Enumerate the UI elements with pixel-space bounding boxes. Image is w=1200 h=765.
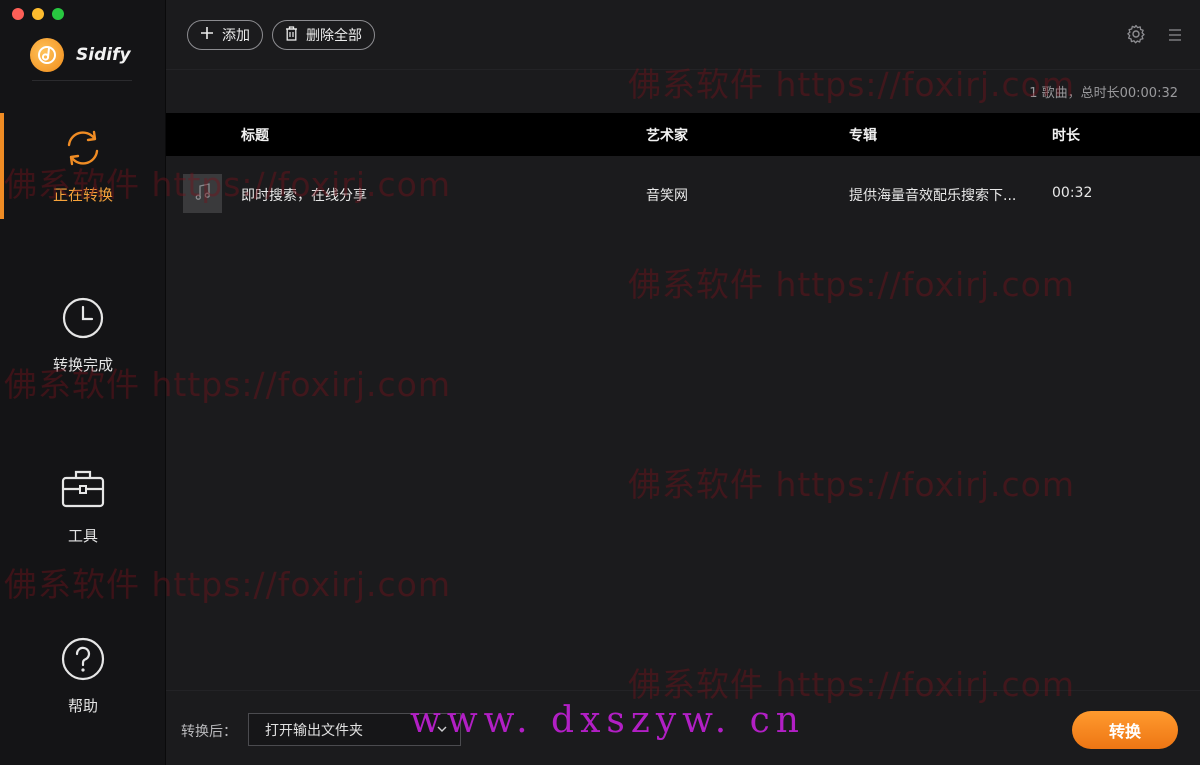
table-header: 标题 艺术家 专辑 时长: [166, 113, 1200, 156]
bottom-bar: 转换后： 打开输出文件夹 转换: [166, 690, 1200, 765]
add-button-label: 添加: [222, 28, 250, 44]
sidebar-item-label: 正在转换: [52, 186, 113, 204]
sidebar-item-converting[interactable]: 正在转换: [0, 126, 166, 234]
brand-divider: [32, 80, 132, 81]
close-window-button[interactable]: [12, 8, 24, 20]
app-name: Sidify: [76, 45, 131, 65]
delete-all-button-label: 删除全部: [306, 28, 362, 44]
maximize-window-button[interactable]: [52, 8, 64, 20]
after-conversion-select[interactable]: 打开输出文件夹: [248, 713, 461, 746]
main-panel: 添加 删除全部 1 歌曲，总时长00:00:32 标题 艺术家 专辑 时长 即时…: [166, 0, 1200, 765]
column-header-duration[interactable]: 时长: [1052, 125, 1080, 145]
sidebar: Sidify 正在转换 转换完成 工具 帮助: [0, 0, 166, 765]
column-header-artist[interactable]: 艺术家: [646, 125, 688, 145]
after-conversion-value: 打开输出文件夹: [265, 722, 363, 739]
window-controls: [12, 8, 64, 20]
album-art-thumbnail: [183, 174, 222, 213]
trash-icon: [285, 25, 298, 45]
converting-icon: [61, 126, 105, 170]
gear-icon[interactable]: [1126, 24, 1146, 48]
chevron-down-icon: [436, 723, 448, 739]
column-header-title[interactable]: 标题: [241, 125, 269, 145]
toolbox-icon: [61, 467, 105, 511]
convert-button[interactable]: 转换: [1072, 711, 1178, 749]
sidebar-item-label: 工具: [67, 527, 98, 545]
app-window: Sidify 正在转换 转换完成 工具 帮助 添加 删除全部 1 歌曲，总时长0…: [0, 0, 1200, 765]
track-summary: 1 歌曲，总时长00:00:32: [1029, 86, 1178, 101]
sidebar-item-tools[interactable]: 工具: [0, 467, 166, 575]
track-album: 提供海量音效配乐搜索下...: [849, 188, 1017, 204]
track-artist: 音笑网: [646, 188, 688, 204]
column-header-album[interactable]: 专辑: [849, 125, 877, 145]
plus-icon: [200, 26, 214, 44]
after-conversion-label: 转换后：: [181, 724, 237, 740]
help-icon: [61, 637, 105, 681]
menu-icon[interactable]: [1168, 27, 1182, 46]
delete-all-button[interactable]: 删除全部: [272, 20, 375, 50]
sidebar-item-help[interactable]: 帮助: [0, 637, 166, 745]
track-title: 即时搜索，在线分享: [241, 188, 367, 204]
add-button[interactable]: 添加: [187, 20, 263, 50]
brand: Sidify: [30, 38, 131, 72]
minimize-window-button[interactable]: [32, 8, 44, 20]
toolbar: 添加 删除全部: [166, 0, 1200, 70]
track-duration: 00:32: [1052, 185, 1093, 201]
sidebar-item-label: 转换完成: [52, 356, 113, 374]
sidify-logo-icon: [30, 38, 64, 72]
clock-icon: [61, 296, 105, 340]
sidebar-item-completed[interactable]: 转换完成: [0, 296, 166, 404]
table-row[interactable]: 即时搜索，在线分享 音笑网 提供海量音效配乐搜索下... 00:32: [166, 157, 1200, 231]
music-note-icon: [193, 182, 213, 206]
toolbar-icons: [1126, 24, 1182, 48]
sidebar-item-label: 帮助: [67, 697, 98, 715]
